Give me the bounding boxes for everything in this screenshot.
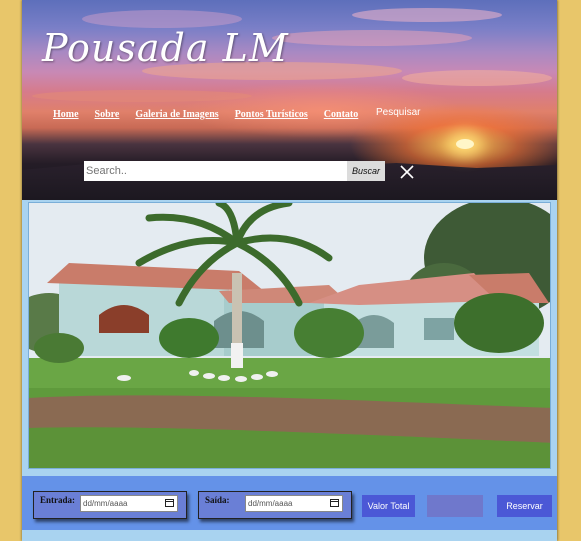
nav-link-sobre[interactable]: Sobre [95, 109, 120, 120]
site-logo[interactable]: Pousada LM [42, 26, 289, 70]
search-toggle-link[interactable]: Pesquisar [376, 107, 420, 118]
cloud [402, 70, 552, 86]
page-container: Pousada LM Home Sobre Galeria de Imagens… [22, 0, 557, 541]
search-input[interactable] [84, 161, 347, 181]
cloud [32, 90, 252, 102]
checkin-group: Entrada: dd/mm/aaaa [33, 491, 187, 519]
nav-link-galeria[interactable]: Galeria de Imagens [135, 109, 218, 120]
header-banner: Pousada LM Home Sobre Galeria de Imagens… [22, 0, 557, 200]
reserve-button[interactable]: Reservar [497, 495, 552, 517]
close-icon[interactable] [400, 165, 414, 179]
calendar-icon[interactable] [330, 498, 339, 507]
total-value-button[interactable]: Valor Total [362, 495, 415, 517]
checkin-date-placeholder: dd/mm/aaaa [83, 499, 128, 508]
search-bar: Buscar [84, 161, 386, 181]
checkout-date-placeholder: dd/mm/aaaa [248, 499, 293, 508]
checkout-group: Saída: dd/mm/aaaa [198, 491, 352, 519]
main-nav: Home Sobre Galeria de Imagens Pontos Tur… [53, 109, 358, 120]
search-button[interactable]: Buscar [347, 161, 386, 181]
checkout-label: Saída: [205, 495, 230, 505]
checkin-label: Entrada: [40, 495, 76, 505]
checkin-date-input[interactable]: dd/mm/aaaa [80, 495, 178, 512]
sun [456, 139, 474, 149]
cloud [352, 8, 502, 22]
nav-link-home[interactable]: Home [53, 109, 79, 120]
nav-link-contato[interactable]: Contato [324, 109, 358, 120]
booking-bar: Entrada: dd/mm/aaaa Saída: dd/mm/aaaa Va… [22, 476, 557, 530]
nav-link-pontos-turisticos[interactable]: Pontos Turísticos [235, 109, 308, 120]
calendar-icon[interactable] [165, 498, 174, 507]
cloud [272, 30, 472, 46]
pousada-house-photo [28, 202, 551, 469]
checkout-date-input[interactable]: dd/mm/aaaa [245, 495, 343, 512]
total-value-display [427, 495, 483, 517]
